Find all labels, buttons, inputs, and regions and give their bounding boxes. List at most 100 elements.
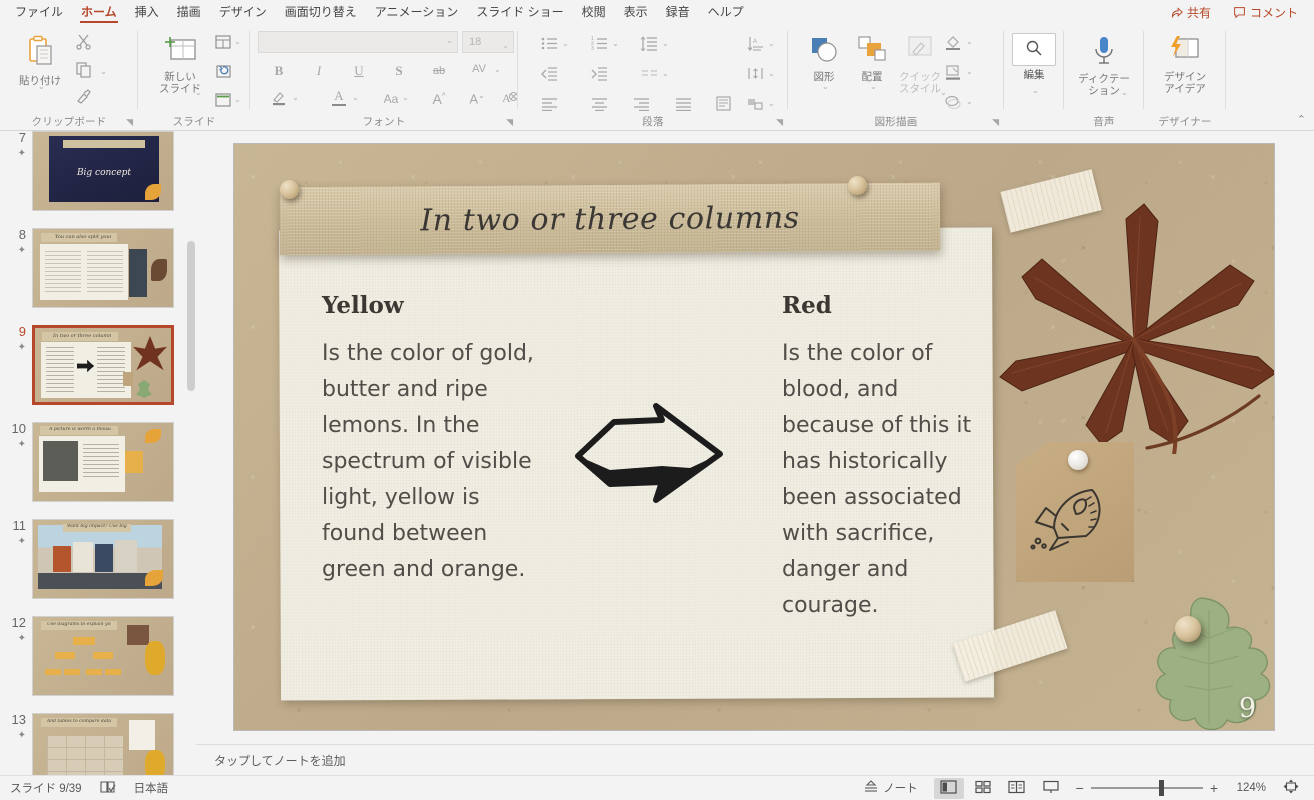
tab-slideshow[interactable]: スライド ショー xyxy=(467,0,572,25)
chevron-down-icon[interactable]: ⌄ xyxy=(966,37,973,46)
comment-button[interactable]: コメント xyxy=(1225,1,1306,24)
scrollbar-thumb[interactable] xyxy=(187,241,195,391)
chevron-down-icon[interactable]: ⌄ xyxy=(612,39,619,48)
tab-file[interactable]: ファイル xyxy=(6,0,72,25)
chevron-down-icon[interactable]: ⌄ xyxy=(768,99,775,108)
reset-button[interactable] xyxy=(212,62,234,84)
zoom-in-button[interactable]: + xyxy=(1210,781,1218,795)
zoom-out-button[interactable]: − xyxy=(1076,781,1084,795)
tab-help[interactable]: ヘルプ xyxy=(699,0,753,25)
thumbnail-frame-selected[interactable]: In two or three columns xyxy=(32,325,174,405)
chevron-down-icon[interactable]: ⌄ xyxy=(966,97,973,106)
chevron-down-icon[interactable]: ⌄ xyxy=(822,81,829,93)
text-direction-button[interactable]: A xyxy=(742,33,768,57)
thumbnail-frame[interactable]: Want big impact? Use big image xyxy=(32,519,174,599)
section-chevron-icon[interactable]: ⌄ xyxy=(234,95,241,104)
dictate-button[interactable]: ディクテー ション ⌄ xyxy=(1072,35,1136,97)
slide-canvas[interactable]: In two or three columns Yellow Is the co… xyxy=(234,144,1274,730)
tab-draw[interactable]: 描画 xyxy=(168,0,210,25)
chevron-down-icon[interactable]: ⌄ xyxy=(1121,87,1128,99)
reading-view-button[interactable] xyxy=(1002,778,1032,799)
slide-counter[interactable]: スライド 9/39 xyxy=(10,780,82,796)
thumbnail-slide-12[interactable]: 12 ✦ Use diagrams to explain your idea xyxy=(0,616,195,696)
column-2-body[interactable]: Is the color of blood, and because of th… xyxy=(782,336,997,624)
collapse-ribbon-button[interactable]: ⌃ xyxy=(1297,113,1306,126)
editing-button[interactable]: 編集 ⌄ xyxy=(1002,33,1066,95)
thumbnail-frame[interactable]: You can also split your content xyxy=(32,228,174,308)
column-2-heading[interactable]: Red xyxy=(782,292,832,319)
zoom-slider[interactable]: − + xyxy=(1076,780,1218,796)
thumbnail-frame[interactable]: And tables to compare data xyxy=(32,713,174,775)
chevron-down-icon[interactable]: ⌄ xyxy=(352,93,359,102)
thumbnail-frame[interactable]: Big concept xyxy=(32,131,174,211)
normal-view-button[interactable] xyxy=(933,777,964,799)
font-dialog-launcher[interactable]: ◥ xyxy=(506,117,513,128)
chevron-down-icon[interactable]: ⌄ xyxy=(966,67,973,76)
share-button[interactable]: 共有 xyxy=(1162,1,1219,24)
change-case-button[interactable]: Aa xyxy=(378,87,404,111)
chevron-down-icon[interactable]: ⌄ xyxy=(402,93,409,102)
column-1-body[interactable]: Is the color of gold, butter and ripe le… xyxy=(322,336,537,588)
tab-animations[interactable]: アニメーション xyxy=(366,0,468,25)
language-indicator[interactable]: 日本語 xyxy=(134,780,169,796)
tab-home[interactable]: ホーム xyxy=(72,0,126,25)
paste-button[interactable]: 貼り付け ⌄ xyxy=(8,35,72,91)
thumbnail-slide-10[interactable]: 10 ✦ A picture is worth a thousand words xyxy=(0,422,195,502)
font-color-button[interactable]: A xyxy=(326,85,352,109)
chevron-down-icon[interactable]: ⌄ xyxy=(494,65,501,74)
copy-button[interactable] xyxy=(72,61,94,83)
chevron-down-icon[interactable]: ⌄ xyxy=(662,39,669,48)
spellcheck-icon[interactable] xyxy=(100,780,116,797)
drawing-dialog-launcher[interactable]: ◥ xyxy=(992,117,999,128)
chevron-down-icon[interactable]: ⌄ xyxy=(292,93,299,102)
tab-review[interactable]: 校閲 xyxy=(573,0,615,25)
decrease-indent-button[interactable] xyxy=(536,63,562,87)
paste-options-chevron-icon[interactable]: ⌄ xyxy=(100,67,107,76)
fit-to-window-button[interactable] xyxy=(1276,778,1306,799)
thumbnail-slide-7[interactable]: 7 ✦ Big concept xyxy=(0,131,195,211)
notes-toggle-button[interactable]: ノート xyxy=(863,779,918,797)
chevron-down-icon[interactable]: ⌄ xyxy=(1032,85,1039,97)
shape-effects-button[interactable] xyxy=(940,91,966,115)
bullets-button[interactable] xyxy=(536,33,562,57)
layout-chevron-icon[interactable]: ⌄ xyxy=(234,37,241,46)
chevron-down-icon[interactable]: ⌄ xyxy=(502,36,509,56)
notes-pane[interactable]: タップしてノートを追加 xyxy=(196,744,1314,775)
bold-button[interactable]: B xyxy=(266,59,292,83)
chevron-down-icon[interactable]: ⌄ xyxy=(768,69,775,78)
decrease-font-size-button[interactable]: A⌄ xyxy=(464,87,490,111)
font-size-input[interactable]: 18 ⌄ xyxy=(462,31,514,53)
thumbnail-frame[interactable]: A picture is worth a thousand words xyxy=(32,422,174,502)
slide-thumbnail-pane[interactable]: 7 ✦ Big concept 8 ✦ You can also split y… xyxy=(0,131,196,775)
zoom-level[interactable]: 124% xyxy=(1228,782,1266,794)
strikethrough-button[interactable]: ab xyxy=(426,59,452,83)
line-spacing-button[interactable] xyxy=(636,33,662,57)
chevron-down-icon[interactable]: ⌄ xyxy=(562,39,569,48)
thumbnail-slide-9[interactable]: 9 ✦ In two or three columns xyxy=(0,325,195,405)
column-1-heading[interactable]: Yellow xyxy=(322,292,404,319)
design-ideas-button[interactable]: デザイン アイデア xyxy=(1153,35,1217,95)
cut-button[interactable] xyxy=(72,33,94,55)
shape-fill-button[interactable] xyxy=(940,31,966,55)
layout-button[interactable] xyxy=(212,33,234,55)
zoom-track[interactable] xyxy=(1090,780,1203,796)
arrow-doodle-icon[interactable] xyxy=(570,400,730,515)
chevron-down-icon[interactable]: ⌄ xyxy=(768,39,775,48)
tab-design[interactable]: デザイン xyxy=(210,0,276,25)
tab-insert[interactable]: 挿入 xyxy=(126,0,168,25)
underline-button[interactable]: U xyxy=(346,59,372,83)
numbering-button[interactable]: 123 xyxy=(586,33,612,57)
font-name-input[interactable]: ⌄ xyxy=(258,31,458,53)
text-highlight-button[interactable] xyxy=(266,87,292,111)
increase-indent-button[interactable] xyxy=(586,63,612,87)
thumbnail-scrollbar[interactable] xyxy=(186,131,196,775)
zoom-thumb[interactable] xyxy=(1158,780,1164,796)
format-painter-button[interactable] xyxy=(72,88,94,110)
chevron-down-icon[interactable]: ⌄ xyxy=(662,69,669,78)
tab-recording[interactable]: 録音 xyxy=(657,0,699,25)
align-text-button[interactable] xyxy=(742,63,768,87)
clipboard-dialog-launcher[interactable]: ◥ xyxy=(126,117,133,128)
tab-transitions[interactable]: 画面切り替え xyxy=(276,0,366,25)
new-slide-button[interactable]: 新しい スライド ⌄ xyxy=(148,35,212,97)
slide-title-banner[interactable]: In two or three columns xyxy=(279,182,941,256)
